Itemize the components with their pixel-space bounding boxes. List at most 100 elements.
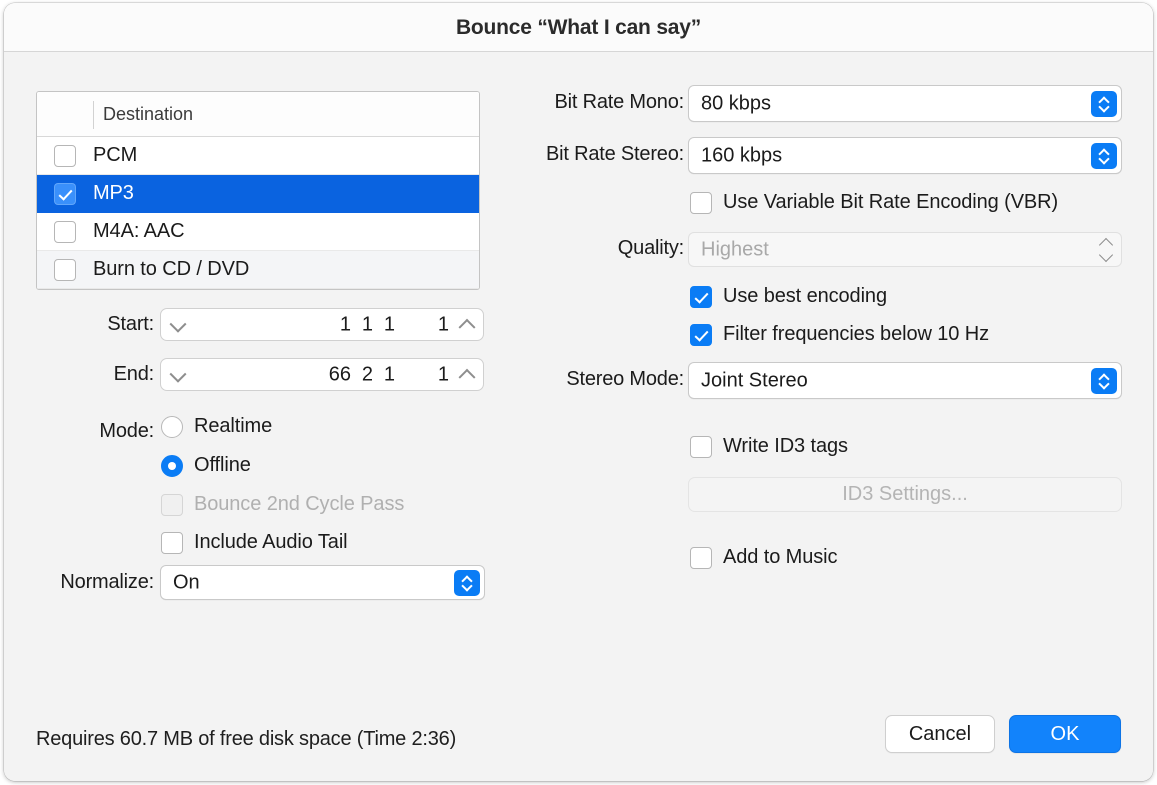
use-best-encoding-label: Use best encoding: [723, 285, 887, 307]
id3-settings-label: ID3 Settings...: [842, 483, 968, 505]
popup-stepper-icon[interactable]: [1091, 367, 1117, 394]
ok-button[interactable]: OK: [1009, 715, 1121, 753]
checkmark-icon: [54, 182, 76, 205]
checkbox-icon: [161, 493, 183, 516]
include-audio-tail-label: Include Audio Tail: [194, 531, 348, 553]
destination-label: M4A: AAC: [93, 220, 185, 242]
chevron-down-icon: [1100, 105, 1109, 110]
quality-value: Highest: [701, 238, 769, 260]
write-id3-tags-checkbox[interactable]: Write ID3 tags: [690, 435, 848, 458]
bounce-2nd-cycle-pass-label: Bounce 2nd Cycle Pass: [194, 493, 405, 515]
add-to-music-checkbox[interactable]: Add to Music: [690, 546, 838, 569]
cancel-label: Cancel: [908, 722, 972, 745]
mode-realtime-label: Realtime: [194, 415, 273, 437]
quality-popup: Highest: [688, 232, 1122, 267]
chevron-down-icon[interactable]: [171, 367, 184, 380]
column-divider: [93, 101, 94, 129]
destination-column-header: Destination: [103, 104, 194, 124]
popup-stepper-icon[interactable]: [1091, 90, 1117, 117]
checkbox-icon: [54, 144, 76, 167]
checkbox-icon: [54, 258, 76, 281]
checkbox-icon: [161, 531, 183, 554]
bit-rate-stereo-value: 160 kbps: [701, 144, 783, 166]
bit-rate-stereo-popup[interactable]: 160 kbps: [688, 137, 1122, 174]
stepper-icon: [1098, 237, 1114, 262]
chevron-down-icon[interactable]: [171, 317, 184, 330]
start-division: 1: [383, 313, 395, 335]
write-id3-tags-label: Write ID3 tags: [723, 435, 848, 457]
bounce-2nd-cycle-pass-checkbox: Bounce 2nd Cycle Pass: [161, 493, 404, 516]
end-beat: 2: [361, 363, 373, 385]
dialog-titlebar: Bounce “What I can say”: [4, 3, 1153, 52]
bit-rate-mono-label: Bit Rate Mono:: [554, 91, 685, 113]
start-beat: 1: [361, 313, 373, 335]
filter-frequencies-label: Filter frequencies below 10 Hz: [723, 323, 990, 345]
radio-icon: [161, 415, 183, 438]
mode-radio-realtime[interactable]: Realtime: [161, 415, 272, 438]
filter-frequencies-checkbox[interactable]: Filter frequencies below 10 Hz: [690, 323, 989, 346]
start-position-value: 1 1 1 1: [317, 313, 449, 336]
start-position-field[interactable]: 1 1 1 1: [160, 308, 484, 341]
popup-stepper-icon[interactable]: [1091, 142, 1117, 169]
vbr-checkbox[interactable]: Use Variable Bit Rate Encoding (VBR): [690, 191, 1058, 214]
stereo-mode-value: Joint Stereo: [701, 369, 808, 391]
quality-label: Quality:: [617, 237, 684, 259]
end-ticks: 1: [437, 363, 449, 385]
end-position-value: 66 2 1 1: [317, 363, 449, 386]
chevron-down-icon: [1100, 157, 1109, 162]
destination-row-m4a-aac[interactable]: M4A: AAC: [37, 213, 479, 251]
popup-stepper-icon[interactable]: [454, 569, 480, 596]
checkmark-icon: [690, 323, 712, 346]
radio-selected-icon: [161, 454, 183, 477]
destination-row-burn-to-cd-dvd[interactable]: Burn to CD / DVD: [37, 251, 479, 289]
cancel-button[interactable]: Cancel: [885, 715, 995, 753]
checkbox-icon: [690, 435, 712, 458]
destination-row-mp3[interactable]: MP3: [37, 175, 479, 213]
end-label: End:: [113, 363, 155, 385]
normalize-popup[interactable]: On: [160, 565, 485, 600]
start-bar: 1: [339, 313, 351, 335]
add-to-music-label: Add to Music: [723, 546, 838, 568]
end-position-field[interactable]: 66 2 1 1: [160, 358, 484, 391]
ok-label: OK: [1050, 722, 1080, 745]
destination-checkbox-m4a-aac[interactable]: [37, 220, 93, 243]
use-best-encoding-checkbox[interactable]: Use best encoding: [690, 285, 887, 308]
mode-label: Mode:: [99, 420, 154, 442]
checkbox-icon: [690, 191, 712, 214]
destination-list[interactable]: Destination PCM MP3 M4A: AAC Burn to CD …: [36, 91, 480, 290]
bit-rate-stereo-label: Bit Rate Stereo:: [546, 143, 684, 165]
destination-list-header: Destination: [37, 92, 479, 137]
bit-rate-mono-value: 80 kbps: [701, 92, 772, 114]
stereo-mode-label: Stereo Mode:: [566, 368, 684, 390]
chevron-down-icon: [1098, 247, 1114, 262]
checkmark-icon: [690, 285, 712, 308]
checkbox-icon: [54, 220, 76, 243]
bounce-dialog: Bounce “What I can say” Destination PCM …: [4, 3, 1153, 781]
destination-checkbox-burn-to-cd-dvd[interactable]: [37, 258, 93, 281]
stereo-mode-popup[interactable]: Joint Stereo: [688, 362, 1122, 399]
destination-label: PCM: [93, 144, 138, 166]
chevron-up-icon[interactable]: [460, 317, 473, 330]
normalize-label: Normalize:: [60, 571, 154, 593]
chevron-down-icon: [1100, 382, 1109, 387]
mode-radio-offline[interactable]: Offline: [161, 454, 251, 477]
start-label: Start:: [107, 313, 154, 335]
checkbox-icon: [690, 546, 712, 569]
bit-rate-mono-popup[interactable]: 80 kbps: [688, 85, 1122, 122]
destination-row-pcm[interactable]: PCM: [37, 137, 479, 175]
destination-label: MP3: [93, 182, 134, 204]
destination-checkbox-pcm[interactable]: [37, 144, 93, 167]
disk-space-status: Requires 60.7 MB of free disk space (Tim…: [36, 728, 457, 750]
dialog-body: Destination PCM MP3 M4A: AAC Burn to CD …: [4, 52, 1153, 781]
destination-label: Burn to CD / DVD: [93, 258, 250, 280]
dialog-title: Bounce “What I can say”: [455, 16, 702, 39]
include-audio-tail-checkbox[interactable]: Include Audio Tail: [161, 531, 348, 554]
destination-checkbox-mp3[interactable]: [37, 182, 93, 205]
normalize-value: On: [173, 571, 200, 593]
end-bar: 66: [328, 363, 351, 385]
end-division: 1: [383, 363, 395, 385]
vbr-label: Use Variable Bit Rate Encoding (VBR): [723, 191, 1059, 213]
id3-settings-button: ID3 Settings...: [688, 477, 1122, 512]
start-ticks: 1: [437, 313, 449, 335]
chevron-down-icon: [463, 584, 472, 589]
